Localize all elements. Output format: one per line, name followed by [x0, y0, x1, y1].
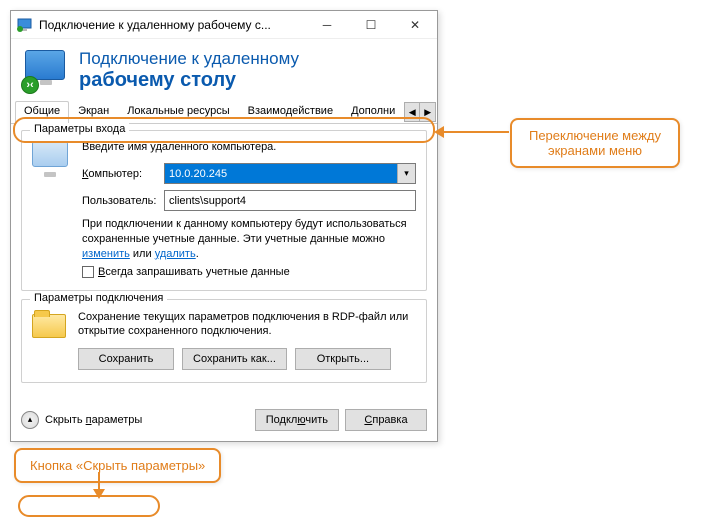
close-button[interactable]: ✕ [393, 11, 437, 39]
arrow-hide-head [93, 489, 105, 499]
minimize-button[interactable]: ─ [305, 11, 349, 39]
arrow-tabs-head [434, 126, 444, 138]
header-icon: ›‹ [25, 50, 67, 92]
computer-value[interactable]: 10.0.20.245 [165, 164, 397, 183]
tab-bar: Общие Экран Локальные ресурсы Взаимодейс… [11, 100, 437, 124]
delete-credentials-link[interactable]: удалить [155, 248, 196, 260]
user-label: Пользователь: [82, 195, 164, 207]
rdp-window: Подключение к удаленному рабочему с... ─… [10, 10, 438, 442]
connection-text: Сохранение текущих параметров подключени… [78, 310, 416, 340]
connect-button[interactable]: Подключить [255, 409, 339, 431]
tab-scroll-right[interactable]: ▶ [420, 102, 436, 122]
tab-advanced[interactable]: Дополни [342, 101, 404, 124]
user-input[interactable]: clients\support4 [164, 190, 416, 211]
maximize-button[interactable]: ☐ [349, 11, 393, 39]
login-group-title: Параметры входа [30, 123, 129, 135]
help-button[interactable]: Справка [345, 409, 427, 431]
always-ask-label: Всегда запрашивать учетные данные [98, 266, 290, 278]
tab-scroll-left[interactable]: ◀ [404, 102, 420, 122]
always-ask-checkbox[interactable] [82, 266, 94, 278]
open-button[interactable]: Открыть... [295, 348, 391, 370]
tab-display[interactable]: Экран [69, 101, 118, 124]
login-group: Параметры входа Введите имя удаленного к… [21, 130, 427, 291]
chevron-down-icon[interactable]: ▾ [397, 164, 415, 183]
connection-group-title: Параметры подключения [30, 292, 167, 304]
callout-hide: Кнопка «Скрыть параметры» [14, 448, 221, 483]
footer: ▴ Скрыть параметры Скрыть параметры Подк… [11, 401, 437, 441]
save-button[interactable]: Сохранить [78, 348, 174, 370]
edit-credentials-link[interactable]: изменить [82, 248, 130, 260]
save-as-button[interactable]: Сохранить как... [182, 348, 287, 370]
callout-tabs: Переключение между экранами меню [510, 118, 680, 168]
tab-experience[interactable]: Взаимодействие [239, 101, 342, 124]
header-line2: рабочему столу [79, 69, 299, 92]
computer-input[interactable]: 10.0.20.245 ▾ [164, 163, 416, 184]
header: ›‹ Подключение к удаленному рабочему сто… [11, 39, 437, 100]
computer-icon [32, 141, 72, 181]
saved-credentials-note: При подключении к данному компьютеру буд… [82, 217, 416, 262]
hide-options-link[interactable]: Скрыть параметры [45, 414, 142, 426]
highlight-collapse [18, 495, 160, 517]
tab-local-resources[interactable]: Локальные ресурсы [118, 101, 238, 124]
titlebar: Подключение к удаленному рабочему с... ─… [11, 11, 437, 39]
collapse-icon[interactable]: ▴ [21, 411, 39, 429]
computer-label: ККомпьютер:омпьютер: [82, 168, 164, 180]
window-title: Подключение к удаленному рабочему с... [39, 18, 305, 32]
login-instruction: Введите имя удаленного компьютера. [82, 141, 416, 153]
tab-general[interactable]: Общие [15, 101, 69, 124]
header-line1: Подключение к удаленному [79, 49, 299, 69]
arrow-tabs-line [437, 131, 509, 133]
folder-icon [32, 310, 68, 340]
connection-group: Параметры подключения Сохранение текущих… [21, 299, 427, 383]
app-icon [17, 17, 33, 33]
